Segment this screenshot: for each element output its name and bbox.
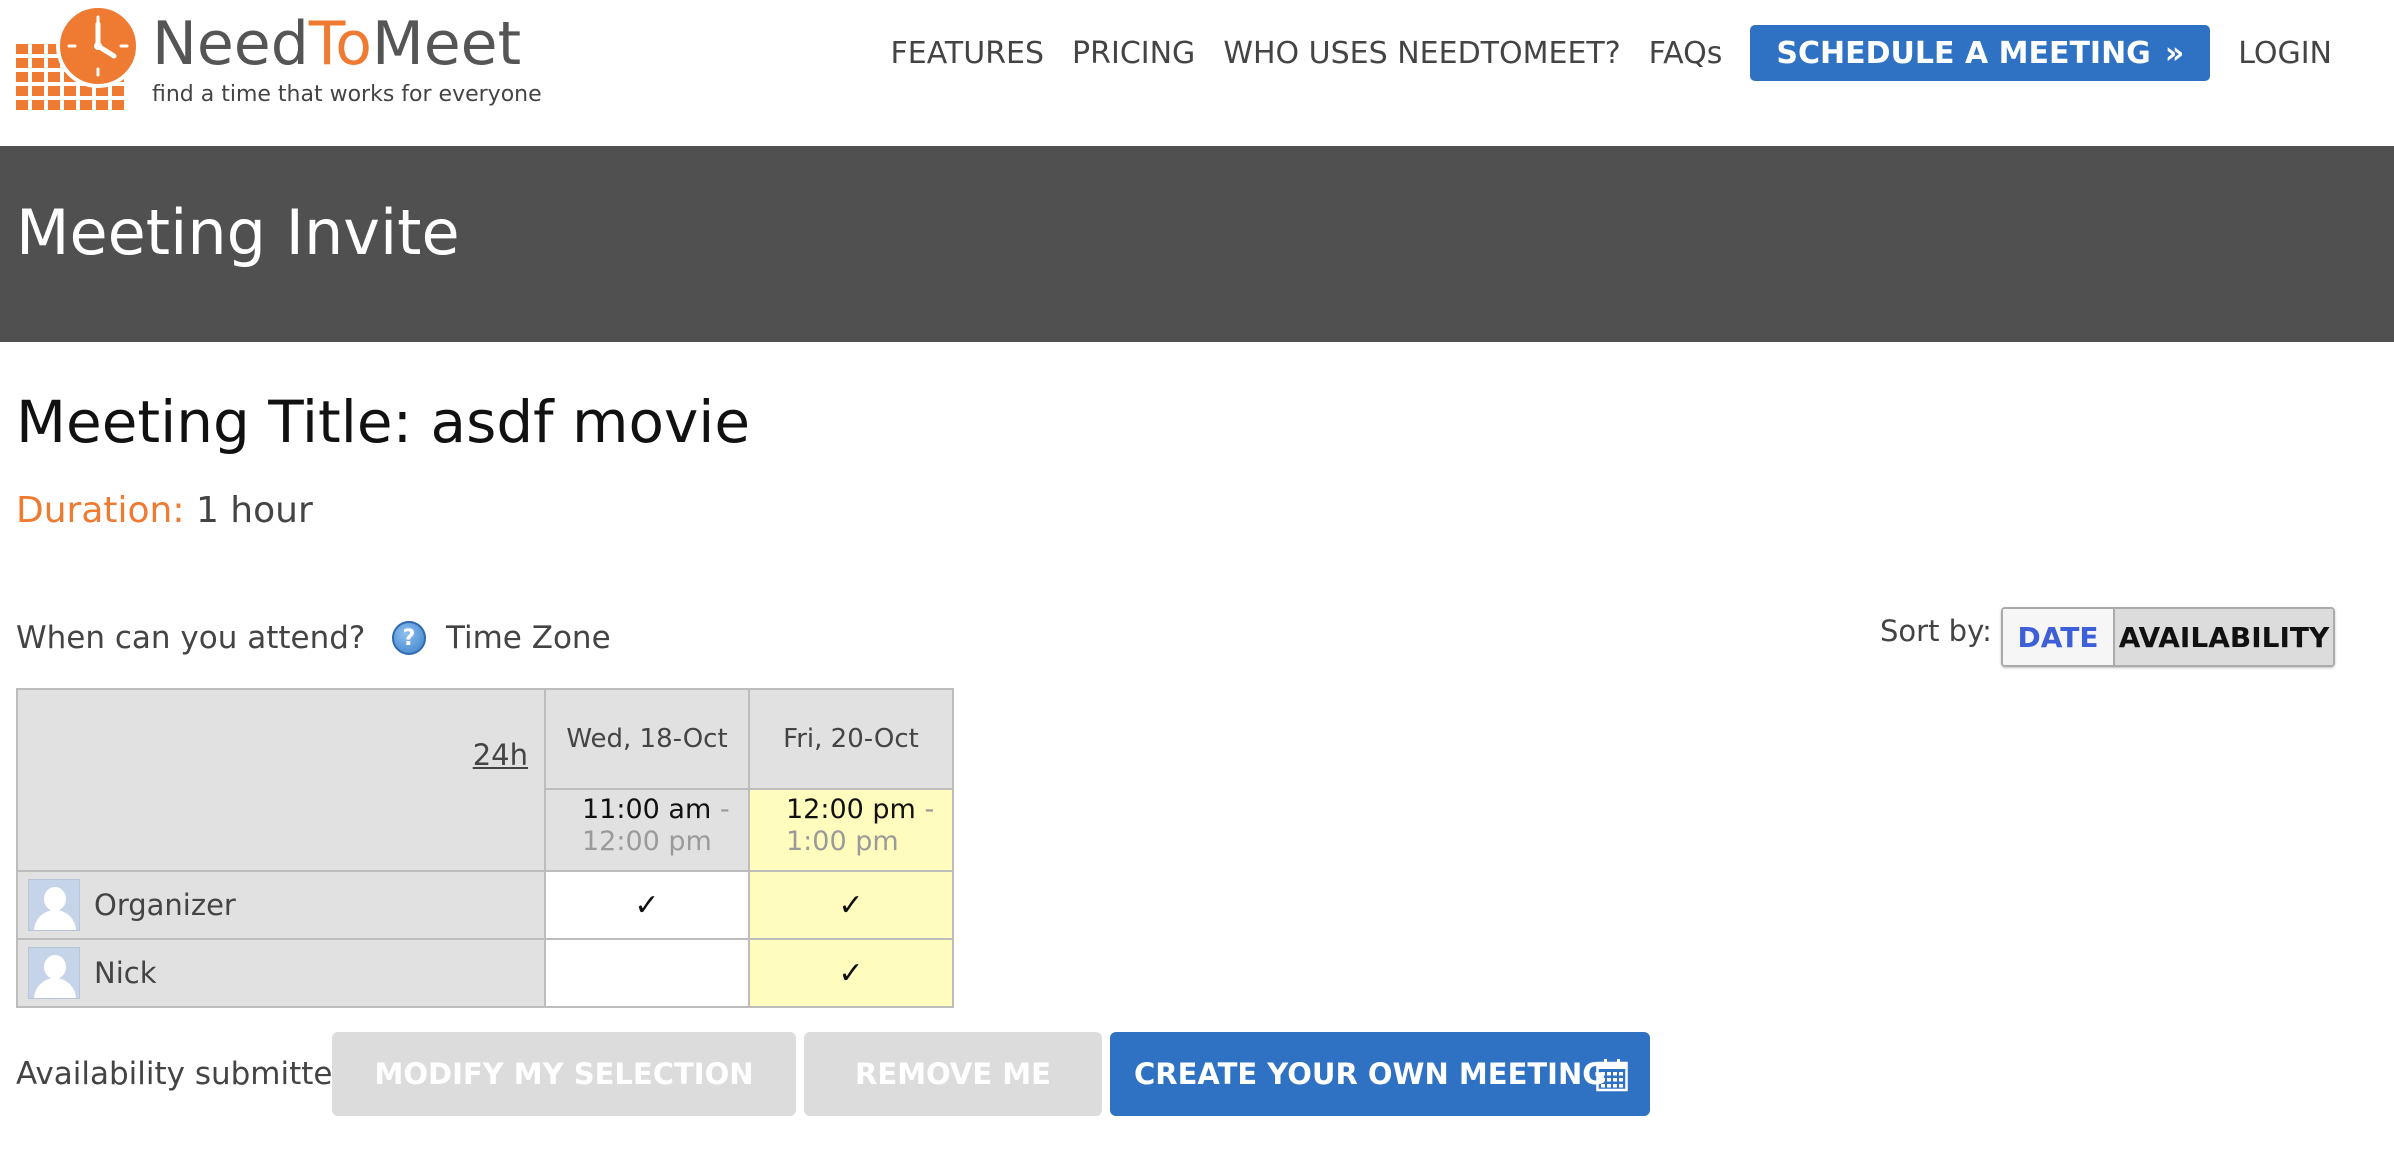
slot-dash: - [924, 794, 935, 825]
attend-prompt: When can you attend? [16, 620, 366, 656]
nav-features-link[interactable]: FEATURES [891, 36, 1045, 71]
sort-toggle-group: DATE AVAILABILITY [2001, 607, 2335, 667]
participant-row-organizer: Organizer [16, 870, 546, 940]
availability-cell [544, 938, 750, 1008]
sort-date-button[interactable]: DATE [2003, 609, 2115, 665]
slot-end-time: 12:00 pm [582, 826, 712, 857]
double-chevron-right-icon: » [2164, 35, 2185, 71]
duration-label: Duration: [16, 490, 185, 531]
calendar-clock-logo-icon [16, 4, 140, 110]
grid-corner-cell: 24h [16, 688, 546, 872]
meeting-title: Meeting Title: asdf movie [16, 388, 751, 456]
schedule-meeting-label: SCHEDULE A MEETING [1776, 35, 2151, 71]
availability-status: Availability submitted! [16, 1056, 365, 1092]
slot-start-time: 12:00 pm [786, 794, 916, 825]
schedule-meeting-button[interactable]: SCHEDULE A MEETING » [1750, 25, 2211, 81]
meeting-duration: Duration: 1 hour [16, 490, 313, 531]
availability-cell: ✓ [544, 870, 750, 940]
slot-start-time: 11:00 am [582, 794, 712, 825]
day-header-fri: Fri, 20-Oct [748, 688, 954, 790]
logo-word-need: Need [152, 9, 309, 79]
availability-cell: ✓ [748, 938, 954, 1008]
timezone-link[interactable]: ? Time Zone [392, 620, 611, 656]
modify-selection-button[interactable]: MODIFY MY SELECTION [332, 1032, 796, 1116]
nav-who-uses-link[interactable]: WHO USES NEEDTOMEET? [1223, 36, 1620, 71]
top-navigation-bar: NeedToMeet find a time that works for ev… [0, 0, 2394, 146]
toggle-24h-link[interactable]: 24h [473, 738, 528, 772]
logo-word-to: To [308, 9, 372, 79]
duration-value: 1 hour [195, 490, 313, 531]
page-title: Meeting Invite [16, 196, 460, 269]
slot-dash: - [719, 794, 730, 825]
time-slot-fri[interactable]: 12:00 pm - 1:00 pm [748, 788, 954, 872]
calendar-icon [1596, 1059, 1628, 1092]
participant-row-nick: Nick [16, 938, 546, 1008]
logo-word-meet: Meet [371, 9, 522, 79]
sort-by-label: Sort by: [1880, 614, 1992, 648]
participant-name: Organizer [94, 888, 236, 922]
nav-faqs-link[interactable]: FAQs [1649, 36, 1723, 71]
create-meeting-label: CREATE YOUR OWN MEETING [1134, 1057, 1607, 1091]
nav-login-link[interactable]: LOGIN [2238, 36, 2332, 71]
remove-me-button[interactable]: REMOVE ME [804, 1032, 1102, 1116]
logo-tagline: find a time that works for everyone [152, 82, 542, 107]
time-slot-wed[interactable]: 11:00 am - 12:00 pm [544, 788, 750, 872]
day-header-wed: Wed, 18-Oct [544, 688, 750, 790]
avatar [28, 947, 80, 999]
sort-availability-button[interactable]: AVAILABILITY [2115, 609, 2333, 665]
availability-cell: ✓ [748, 870, 954, 940]
avatar [28, 879, 80, 931]
main-nav: FEATURES PRICING WHO USES NEEDTOMEET? FA… [863, 24, 2332, 82]
slot-end-time: 1:00 pm [786, 826, 899, 857]
timezone-label: Time Zone [446, 620, 611, 656]
logo-wordmark: NeedToMeet [152, 14, 521, 74]
help-icon: ? [392, 621, 426, 655]
needtomeet-logo[interactable]: NeedToMeet find a time that works for ev… [14, 4, 542, 114]
participant-name: Nick [94, 956, 157, 990]
nav-pricing-link[interactable]: PRICING [1072, 36, 1195, 71]
page-banner: Meeting Invite [0, 146, 2394, 342]
create-meeting-button[interactable]: CREATE YOUR OWN MEETING [1110, 1032, 1650, 1116]
